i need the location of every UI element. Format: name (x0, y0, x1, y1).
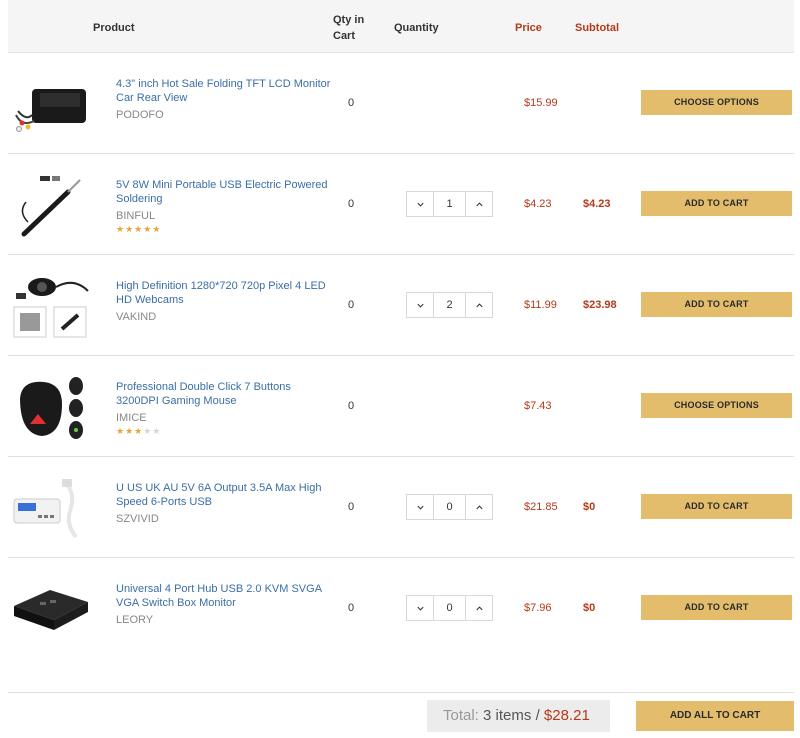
product-name-link[interactable]: U US UK AU 5V 6A Output 3.5A Max High Sp… (116, 481, 336, 509)
add-all-to-cart-button[interactable]: ADD ALL TO CART (636, 701, 794, 731)
table-row: Universal 4 Port Hub USB 2.0 KVM SVGA VG… (8, 558, 794, 693)
add-to-cart-button[interactable]: ADD TO CART (641, 292, 792, 317)
gaming-mouse-image[interactable] (10, 374, 90, 440)
product-price: $4.23 (524, 198, 552, 210)
product-price: $7.96 (524, 602, 552, 614)
quantity-stepper: 0 (406, 595, 493, 621)
table-row: U US UK AU 5V 6A Output 3.5A Max High Sp… (8, 457, 794, 558)
qty-in-cart: 0 (348, 400, 355, 412)
product-brand: BINFUL (116, 210, 156, 222)
product-price: $15.99 (524, 97, 558, 109)
table-row: 4.3" inch Hot Sale Folding TFT LCD Monit… (8, 53, 794, 154)
header-quantity: Quantity (394, 22, 439, 34)
chevron-up-icon[interactable] (466, 596, 492, 620)
rating-stars: ★★★★★ (116, 426, 162, 436)
qty-in-cart: 0 (348, 602, 355, 614)
header-subtotal: Subtotal (575, 22, 619, 34)
product-subtotal: $0 (583, 602, 596, 614)
quantity-input[interactable]: 1 (433, 192, 466, 216)
quantity-input[interactable]: 0 (433, 495, 466, 519)
total-label: Total: (443, 707, 479, 724)
product-name-link[interactable]: 4.3" inch Hot Sale Folding TFT LCD Monit… (116, 77, 336, 105)
add-to-cart-button[interactable]: ADD TO CART (641, 191, 792, 216)
chevron-up-icon[interactable] (466, 495, 492, 519)
product-subtotal: $23.98 (583, 299, 617, 311)
product-name-link[interactable]: Universal 4 Port Hub USB 2.0 KVM SVGA VG… (116, 582, 336, 610)
header-qty-in-cart: Qty in Cart (333, 14, 365, 42)
qty-in-cart: 0 (348, 198, 355, 210)
chevron-up-icon[interactable] (466, 293, 492, 317)
choose-options-button[interactable]: CHOOSE OPTIONS (641, 393, 792, 418)
webcam-image[interactable] (10, 273, 90, 339)
product-brand: PODOFO (116, 109, 164, 121)
total-separator: / (535, 707, 540, 724)
choose-options-button[interactable]: CHOOSE OPTIONS (641, 90, 792, 115)
chevron-down-icon[interactable] (407, 596, 433, 620)
product-subtotal: $0 (583, 501, 596, 513)
product-table: Product Qty in Cart Quantity Price Subto… (8, 0, 794, 693)
table-header: Product Qty in Cart Quantity Price Subto… (8, 0, 794, 53)
product-price: $7.43 (524, 400, 552, 412)
product-name-link[interactable]: 5V 8W Mini Portable USB Electric Powered… (116, 178, 336, 206)
quantity-stepper: 1 (406, 191, 493, 217)
product-brand: VAKIND (116, 311, 157, 323)
product-subtotal: $4.23 (583, 198, 611, 210)
product-name-link[interactable]: Professional Double Click 7 Buttons 3200… (116, 380, 336, 408)
header-product: Product (93, 22, 135, 34)
product-name-link[interactable]: High Definition 1280*720 720p Pixel 4 LE… (116, 279, 336, 307)
table-row: High Definition 1280*720 720p Pixel 4 LE… (8, 255, 794, 356)
product-price: $11.99 (524, 299, 557, 311)
quantity-input[interactable]: 2 (433, 293, 466, 317)
quantity-input[interactable]: 0 (433, 596, 466, 620)
kvm-switch-image[interactable] (10, 576, 90, 642)
soldering-iron-image[interactable] (10, 172, 90, 238)
quantity-stepper: 2 (406, 292, 493, 318)
table-row: Professional Double Click 7 Buttons 3200… (8, 356, 794, 457)
total-amount: $28.21 (543, 707, 590, 724)
add-to-cart-button[interactable]: ADD TO CART (641, 494, 792, 519)
qty-in-cart: 0 (348, 97, 355, 109)
qty-in-cart: 0 (348, 501, 355, 513)
chevron-down-icon[interactable] (407, 192, 433, 216)
product-brand: SZVIVID (116, 513, 159, 525)
chevron-down-icon[interactable] (407, 495, 433, 519)
product-brand: IMICE (116, 412, 147, 424)
cart-total: Total: 3 items / $28.21 (427, 700, 610, 732)
usb-charger-image[interactable] (10, 475, 90, 541)
chevron-down-icon[interactable] (407, 293, 433, 317)
car-monitor-image[interactable] (10, 71, 90, 137)
product-brand: LEORY (116, 614, 154, 626)
chevron-up-icon[interactable] (466, 192, 492, 216)
add-to-cart-button[interactable]: ADD TO CART (641, 595, 792, 620)
table-row: 5V 8W Mini Portable USB Electric Powered… (8, 154, 794, 255)
product-price: $21.85 (524, 501, 558, 513)
qty-in-cart: 0 (348, 299, 355, 311)
total-items: 3 items (483, 707, 532, 724)
quantity-stepper: 0 (406, 494, 493, 520)
header-price: Price (515, 22, 542, 34)
rating-stars: ★★★★★ (116, 224, 162, 234)
